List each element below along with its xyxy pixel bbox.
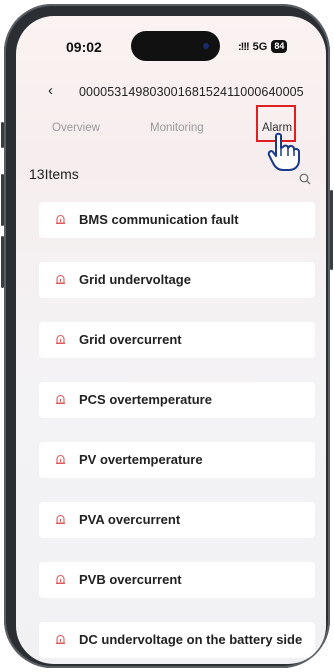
app-screen: 09:02 :!!! 5G 84 ‹ 000053149803001681524… bbox=[16, 16, 326, 664]
alarm-item[interactable]: Grid overcurrent bbox=[39, 322, 315, 358]
alarm-item[interactable]: PCS overtemperature bbox=[39, 382, 315, 418]
alarm-item[interactable]: PVA overcurrent bbox=[39, 502, 315, 538]
status-time: 09:02 bbox=[66, 39, 102, 55]
alarm-label: Grid overcurrent bbox=[79, 332, 182, 347]
pointer-hand-icon bbox=[267, 132, 300, 171]
tab-overview[interactable]: Overview bbox=[52, 122, 100, 134]
battery-icon: 84 bbox=[271, 40, 288, 53]
power-button bbox=[330, 190, 333, 270]
alarm-label: BMS communication fault bbox=[79, 212, 239, 227]
alarm-count: 13Items bbox=[29, 166, 79, 182]
mute-switch bbox=[1, 122, 4, 148]
alarm-item[interactable]: DC undervoltage on the battery side bbox=[39, 622, 315, 658]
volume-up-button bbox=[1, 174, 4, 226]
alarm-bell-icon bbox=[56, 394, 65, 405]
alarm-label: PCS overtemperature bbox=[79, 392, 212, 407]
alarm-bell-icon bbox=[56, 634, 65, 645]
alarm-bell-icon bbox=[56, 574, 65, 585]
alarm-label: DC undervoltage on the battery side bbox=[79, 632, 303, 647]
back-chevron-icon[interactable]: ‹ bbox=[48, 82, 53, 99]
alarm-bell-icon bbox=[56, 214, 65, 225]
alarm-bell-icon bbox=[56, 454, 65, 465]
signal-icon: :!!! bbox=[238, 40, 250, 53]
camera-dot bbox=[203, 43, 209, 49]
alarm-item[interactable]: BMS communication fault bbox=[39, 202, 315, 238]
alarm-bell-icon bbox=[56, 274, 65, 285]
alarm-label: Grid undervoltage bbox=[79, 272, 191, 287]
device-id-title: 000053149803001681524110006400​05 bbox=[79, 85, 304, 99]
alarm-label: PVB overcurrent bbox=[79, 572, 182, 587]
alarm-label: PV overtemperature bbox=[79, 452, 203, 467]
alarm-bell-icon bbox=[56, 334, 65, 345]
phone-frame: 09:02 :!!! 5G 84 ‹ 000053149803001681524… bbox=[1, 4, 333, 668]
network-label: 5G bbox=[252, 40, 268, 53]
alarm-item[interactable]: PV overtemperature bbox=[39, 442, 315, 478]
status-indicators: :!!! 5G 84 bbox=[238, 40, 288, 53]
alarm-bell-icon bbox=[56, 514, 65, 525]
volume-down-button bbox=[1, 236, 4, 288]
search-icon[interactable] bbox=[299, 173, 311, 185]
alarm-item[interactable]: Grid undervoltage bbox=[39, 262, 315, 298]
alarm-item[interactable]: PVB overcurrent bbox=[39, 562, 315, 598]
alarm-label: PVA overcurrent bbox=[79, 512, 181, 527]
tab-monitoring[interactable]: Monitoring bbox=[150, 122, 204, 134]
